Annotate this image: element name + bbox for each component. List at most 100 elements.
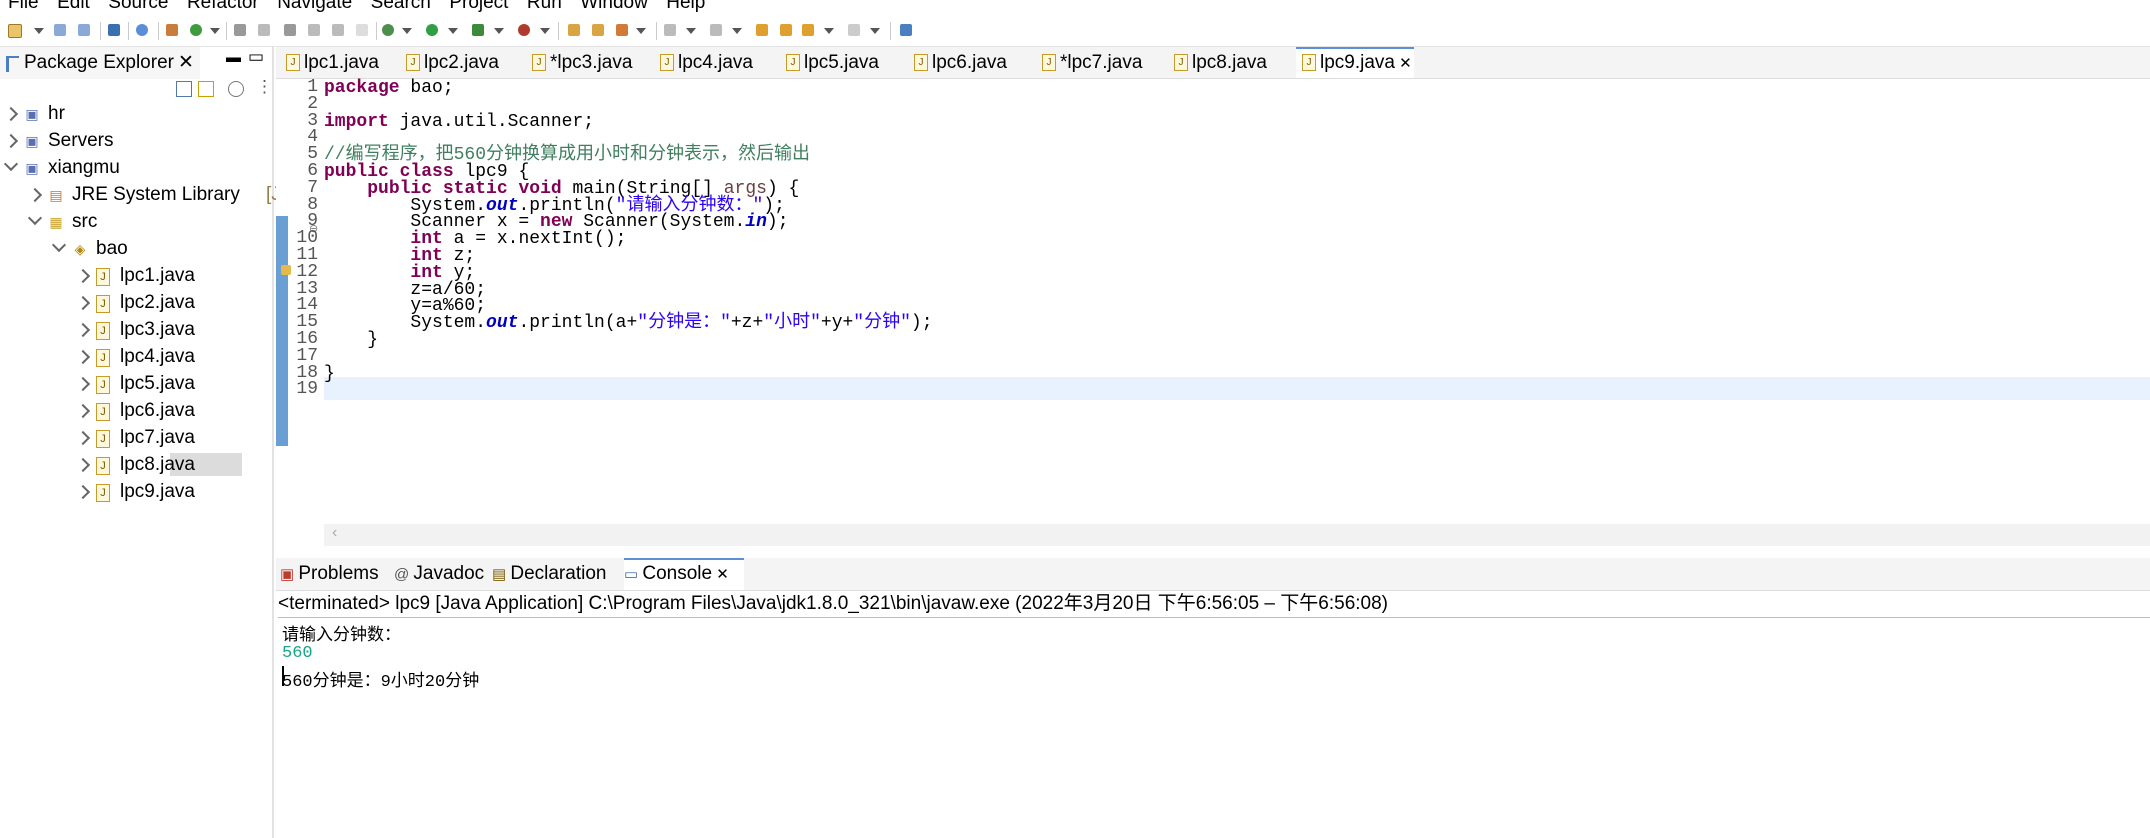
tab-console[interactable]: ▭ Console ✕ <box>624 558 744 590</box>
menu-project[interactable]: Project <box>449 0 508 14</box>
tab-problems[interactable]: ▣ Problems <box>280 558 392 590</box>
horizontal-scrollbar[interactable]: ‹ <box>324 524 2150 546</box>
chevron-right-icon[interactable] <box>75 322 91 338</box>
chevron-right-icon[interactable] <box>75 484 91 500</box>
debug-dropdown-icon[interactable] <box>402 28 412 34</box>
back-dropdown-icon[interactable] <box>824 28 834 34</box>
tree-item[interactable]: ◈ bao <box>0 235 272 262</box>
tree-item[interactable]: Jlpc8.java <box>0 451 272 478</box>
editor-tab[interactable]: Jlpc2.java <box>400 47 528 78</box>
chevron-right-icon[interactable] <box>27 187 43 203</box>
menu-edit[interactable]: Edit <box>57 0 90 14</box>
copy-icon[interactable] <box>306 22 322 38</box>
tree-item[interactable]: Jlpc5.java <box>0 370 272 397</box>
pilcrow-icon[interactable] <box>354 22 370 38</box>
last-edit-icon[interactable] <box>778 22 794 38</box>
chevron-down-icon[interactable] <box>51 237 67 253</box>
code-editor[interactable]: ⊖ 1 package bao; 2 3 import java.util.Scanne… <box>276 77 2150 546</box>
editor-tab[interactable]: Jlpc4.java <box>654 47 782 78</box>
menu-file[interactable]: File <box>8 0 39 14</box>
chevron-right-icon[interactable] <box>75 457 91 473</box>
chevron-right-icon[interactable] <box>3 106 19 122</box>
menu-refactor[interactable]: Refactor <box>187 0 259 14</box>
chevron-right-icon[interactable] <box>75 430 91 446</box>
menu-source[interactable]: Source <box>108 0 168 14</box>
minimize-icon[interactable]: ▬ <box>226 49 241 66</box>
tree-item[interactable]: ▣ Servers <box>0 127 272 154</box>
tree-item[interactable]: ▣ hr <box>0 100 272 127</box>
tree-item[interactable]: Jlpc6.java <box>0 397 272 424</box>
tree-item[interactable]: Jlpc4.java <box>0 343 272 370</box>
editor-tab[interactable]: Jlpc9.java ✕ <box>1296 47 1414 78</box>
editor-tab[interactable]: J *lpc7.java <box>1036 47 1170 78</box>
pencil-dropdown-icon[interactable] <box>636 28 646 34</box>
chevron-right-icon[interactable] <box>75 376 91 392</box>
tree-item[interactable]: Jlpc7.java <box>0 424 272 451</box>
forward-icon[interactable] <box>846 22 862 38</box>
external-tools-dropdown-icon[interactable] <box>540 28 550 34</box>
debug-icon[interactable] <box>380 22 396 38</box>
new-icon[interactable] <box>6 22 22 38</box>
editor-tab[interactable]: Jlpc8.java <box>1168 47 1298 78</box>
search-icon[interactable] <box>256 22 272 38</box>
edit-icon[interactable] <box>282 22 298 38</box>
chevron-right-icon[interactable] <box>3 133 19 149</box>
scroll-left-icon[interactable]: ‹ <box>332 524 337 542</box>
close-icon[interactable]: ✕ <box>178 51 194 74</box>
menu-navigate[interactable]: Navigate <box>277 0 352 14</box>
delete-icon[interactable] <box>330 22 346 38</box>
tree-item[interactable]: Jlpc3.java <box>0 316 272 343</box>
chevron-right-icon[interactable] <box>75 403 91 419</box>
terminal-icon[interactable] <box>106 22 122 38</box>
maximize-icon[interactable]: ▭ <box>248 47 264 67</box>
tree-item[interactable]: Jlpc1.java <box>0 262 272 289</box>
tree-item[interactable]: ▦ src <box>0 208 272 235</box>
new-java-package-icon[interactable] <box>164 22 180 38</box>
editor-tab[interactable]: Jlpc6.java <box>908 47 1038 78</box>
view-menu-icon[interactable]: ⋮ <box>256 77 273 97</box>
chevron-right-icon[interactable] <box>75 268 91 284</box>
new-dropdown-icon[interactable] <box>34 28 44 34</box>
tree-item[interactable]: Jlpc2.java <box>0 289 272 316</box>
menu-help[interactable]: Help <box>666 0 705 14</box>
run-dropdown-icon[interactable] <box>448 28 458 34</box>
collapse-all-icon[interactable] <box>176 81 192 97</box>
back-icon[interactable] <box>800 22 816 38</box>
tree-item[interactable]: ▤JRE System Library[Jav <box>0 181 301 208</box>
link-with-editor-icon[interactable] <box>198 81 214 97</box>
open-perspective-icon[interactable] <box>898 22 914 38</box>
chevron-down-icon[interactable] <box>3 156 19 172</box>
new-java-class-icon[interactable] <box>188 22 204 38</box>
chevron-down-icon[interactable] <box>27 210 43 226</box>
tree-item[interactable]: ▣ xiangmu <box>0 154 272 181</box>
filter-icon[interactable] <box>228 81 244 97</box>
open-folder-icon[interactable] <box>566 22 582 38</box>
close-icon[interactable]: ✕ <box>1395 55 1412 72</box>
editor-tab[interactable]: Jlpc5.java <box>780 47 910 78</box>
save-all-icon[interactable] <box>76 22 92 38</box>
previous-annotation-dropdown-icon[interactable] <box>732 28 742 34</box>
menu-window[interactable]: Window <box>580 0 648 14</box>
chevron-right-icon[interactable] <box>75 349 91 365</box>
close-icon[interactable]: ✕ <box>712 566 729 583</box>
skip-breakpoints-icon[interactable] <box>134 22 150 38</box>
chevron-right-icon[interactable] <box>75 295 91 311</box>
menu-search[interactable]: Search <box>371 0 431 14</box>
editor-tab[interactable]: J *lpc3.java <box>526 47 656 78</box>
menu-run[interactable]: Run <box>527 0 562 14</box>
coverage-dropdown-icon[interactable] <box>494 28 504 34</box>
last-edit-location-icon[interactable] <box>754 22 770 38</box>
run-icon[interactable] <box>424 22 440 38</box>
save-icon[interactable] <box>52 22 68 38</box>
external-tools-icon[interactable] <box>516 22 532 38</box>
tab-javadoc[interactable]: @ Javadoc <box>394 558 490 590</box>
package-explorer-tab[interactable]: Package Explorer ✕ <box>0 47 200 80</box>
next-annotation-icon[interactable] <box>662 22 678 38</box>
open-resource-icon[interactable] <box>590 22 606 38</box>
next-annotation-dropdown-icon[interactable] <box>686 28 696 34</box>
tab-declaration[interactable]: ▤ Declaration <box>492 558 622 590</box>
coverage-icon[interactable] <box>470 22 486 38</box>
editor-tab[interactable]: Jlpc1.java <box>280 47 402 78</box>
previous-annotation-icon[interactable] <box>708 22 724 38</box>
forward-dropdown-icon[interactable] <box>870 28 880 34</box>
